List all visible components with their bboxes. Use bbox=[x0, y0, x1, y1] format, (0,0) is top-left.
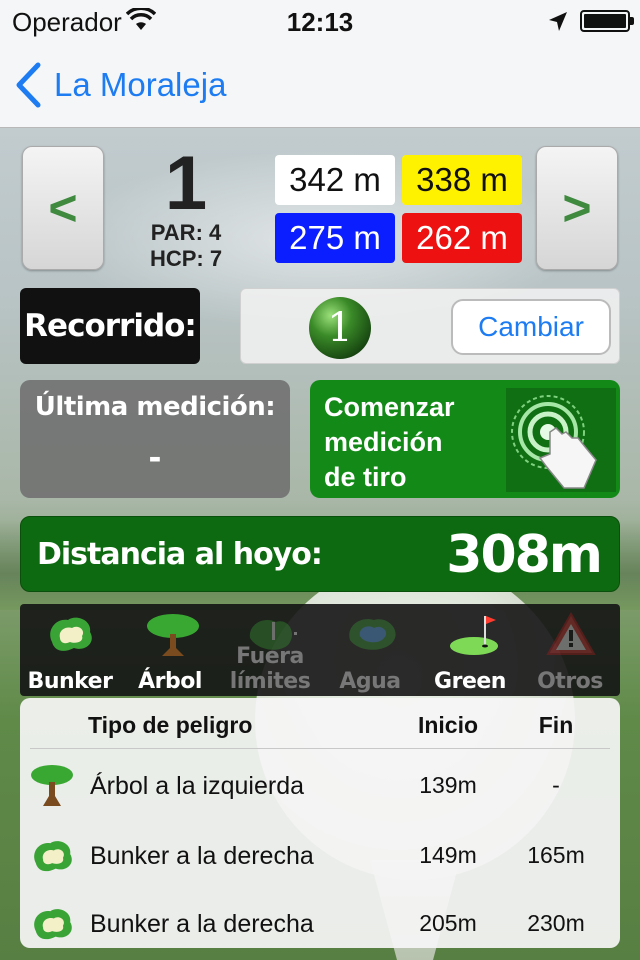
filter-others-label: Otros bbox=[537, 669, 603, 694]
chevron-left-icon bbox=[16, 62, 41, 108]
start-shot-line1: Comenzar bbox=[324, 392, 455, 422]
tree-icon bbox=[31, 765, 73, 806]
row-end: 230m bbox=[527, 910, 585, 936]
clock: 12:13 bbox=[286, 7, 354, 37]
warning-icon bbox=[546, 612, 596, 655]
table-row[interactable]: Bunker a la derecha 149m 165m bbox=[20, 824, 620, 894]
row-hazard-name: Árbol a la izquierda bbox=[90, 772, 305, 800]
filter-tree[interactable]: Árbol bbox=[120, 612, 220, 696]
row-hazard-name: Bunker a la derecha bbox=[90, 842, 314, 870]
water-icon bbox=[349, 619, 396, 650]
filter-bunker[interactable]: Bunker bbox=[20, 612, 120, 696]
row-start: 205m bbox=[419, 910, 477, 936]
row-hazard-name: Bunker a la derecha bbox=[90, 910, 314, 938]
table-divider bbox=[30, 748, 610, 749]
previous-hole-button[interactable]: < bbox=[22, 146, 104, 270]
hole-par: PAR: 4 bbox=[150, 220, 222, 245]
distance-to-hole-panel: Distancia al hoyo: 308m bbox=[20, 516, 620, 592]
row-end: 165m bbox=[527, 842, 585, 868]
top-bar: Operador 12:13 La Moraleja bbox=[0, 0, 640, 128]
last-measurement-label: Última medición: bbox=[34, 392, 276, 422]
start-shot-line2: medición bbox=[324, 427, 443, 457]
next-hole-button[interactable]: > bbox=[536, 146, 618, 270]
green-flag-icon bbox=[450, 616, 498, 655]
route-label: Recorrido: bbox=[20, 288, 200, 364]
prev-arrow-label: < bbox=[48, 180, 78, 236]
bunker-icon bbox=[34, 841, 72, 872]
start-shot-line3: de tiro bbox=[324, 462, 407, 492]
status-bar: Operador 12:13 bbox=[0, 0, 640, 40]
filter-out-of-bounds[interactable]: Fuera límites bbox=[220, 612, 320, 696]
last-measurement-panel: Última medición: - bbox=[20, 380, 290, 498]
bunker-icon bbox=[34, 909, 72, 940]
next-arrow-label: > bbox=[562, 180, 592, 236]
last-measurement-value: - bbox=[148, 436, 162, 478]
back-label: La Moraleja bbox=[54, 66, 227, 103]
table-row[interactable]: Bunker a la derecha 205m 230m bbox=[20, 894, 620, 960]
header-start: Inicio bbox=[417, 712, 479, 738]
hole-hcp: HCP: 7 bbox=[149, 246, 223, 271]
bunker-icon bbox=[50, 617, 92, 651]
header-type: Tipo de peligro bbox=[88, 712, 253, 738]
table-row[interactable]: Árbol a la izquierda 139m - bbox=[20, 754, 620, 824]
tee-distance-blue: 275 m bbox=[275, 213, 395, 263]
battery-icon bbox=[580, 10, 634, 32]
touch-target-icon bbox=[506, 388, 616, 492]
hazard-table: Tipo de peligro Inicio Fin Árbol a la iz… bbox=[20, 698, 620, 948]
start-shot-measurement-button[interactable]: Comenzar medición de tiro bbox=[310, 380, 620, 498]
tree-icon bbox=[147, 614, 199, 656]
header-end: Fin bbox=[538, 712, 574, 738]
row-end: - bbox=[552, 772, 560, 798]
back-button[interactable]: La Moraleja bbox=[14, 60, 226, 110]
change-route-button[interactable]: Cambiar bbox=[451, 299, 611, 355]
filter-water[interactable]: Agua bbox=[320, 612, 420, 696]
filter-others[interactable]: Otros bbox=[520, 612, 620, 696]
distance-value: 308m bbox=[446, 525, 603, 585]
row-start: 149m bbox=[419, 842, 477, 868]
location-arrow-icon bbox=[548, 9, 568, 40]
distance-label: Distancia al hoyo: bbox=[37, 537, 323, 572]
route-number-badge: 1 bbox=[309, 297, 371, 359]
tee-distance-red: 262 m bbox=[402, 213, 522, 263]
row-start: 139m bbox=[419, 772, 477, 798]
filter-green[interactable]: Green bbox=[420, 612, 520, 696]
hazard-filter-bar: Bunker Árbol Fuera límites Agua Green Ot… bbox=[20, 604, 620, 696]
route-panel: 1 Cambiar bbox=[240, 288, 620, 364]
hole-number: 1 bbox=[164, 141, 208, 226]
tee-distance-white: 342 m bbox=[275, 155, 395, 205]
tee-distance-yellow: 338 m bbox=[402, 155, 522, 205]
